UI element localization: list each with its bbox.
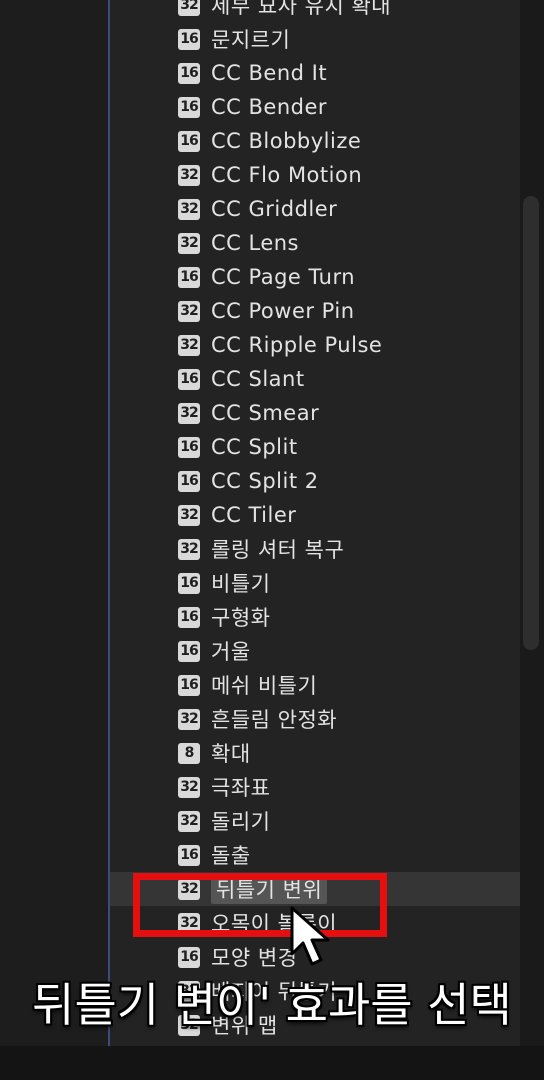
effect-label: 문지르기 <box>211 28 291 52</box>
effect-label: 모양 변경 <box>211 946 298 970</box>
effect-list-item[interactable]: 16 CC Split 2 <box>110 464 520 498</box>
effect-list-item[interactable]: 32 CC Tiler <box>110 498 520 532</box>
effect-label: CC Power Pin <box>211 299 355 323</box>
effect-label: CC Bender <box>211 95 328 119</box>
bit-depth-badge-icon: 16 <box>178 470 200 492</box>
effect-list-item[interactable]: 16 CC Slant <box>110 362 520 396</box>
bit-depth-badge-icon: 32 <box>178 776 200 798</box>
bit-depth-badge-icon: 32 <box>178 708 200 730</box>
bit-depth-badge-icon: 32 <box>178 402 200 424</box>
effect-list-item[interactable]: 16 CC Page Turn <box>110 260 520 294</box>
bit-depth-badge-icon: 16 <box>178 640 200 662</box>
effect-label: 극좌표 <box>211 776 271 800</box>
effect-list-item[interactable]: 32 롤링 셔터 복구 <box>110 532 520 566</box>
effect-list-item[interactable]: 16 CC Bender <box>110 90 520 124</box>
effect-list-item[interactable]: 32 흔들림 안정화 <box>110 702 520 736</box>
bit-depth-badge-icon: 32 <box>178 198 200 220</box>
bit-depth-badge-icon: 32 <box>178 538 200 560</box>
subtitle-caption: 뒤틀기 변이' 효과를 선택 <box>32 978 512 1032</box>
effect-label: 거울 <box>211 640 251 664</box>
effect-list-item[interactable]: 16 비틀기 <box>110 566 520 600</box>
effect-list-item[interactable]: 32 극좌표 <box>110 770 520 804</box>
effect-label: CC Split <box>211 435 298 459</box>
effect-label: CC Ripple Pulse <box>211 333 383 357</box>
bit-depth-badge-icon: 16 <box>178 436 200 458</box>
effect-label: 세부 묘사 유지 확대 <box>211 0 392 18</box>
effect-label: CC Slant <box>211 367 305 391</box>
highlight-box <box>133 873 387 937</box>
bit-depth-badge-icon: 16 <box>178 368 200 390</box>
bit-depth-badge-icon: 8 <box>178 742 200 764</box>
mouse-pointer-icon <box>290 906 330 966</box>
effect-list-item[interactable]: 32 CC Smear <box>110 396 520 430</box>
effect-list-item[interactable]: 32 CC Lens <box>110 226 520 260</box>
bit-depth-badge-icon: 32 <box>178 232 200 254</box>
effect-label: 비틀기 <box>211 572 271 596</box>
scrollbar-thumb[interactable] <box>523 196 539 650</box>
effect-label: CC Griddler <box>211 197 338 221</box>
bit-depth-badge-icon: 16 <box>178 946 200 968</box>
bit-depth-badge-icon: 16 <box>178 674 200 696</box>
effect-list-item[interactable]: 32 CC Ripple Pulse <box>110 328 520 362</box>
effect-list-item[interactable]: 32 CC Flo Motion <box>110 158 520 192</box>
effect-list-item[interactable]: 16 CC Blobbylize <box>110 124 520 158</box>
bottom-bar <box>0 1046 544 1080</box>
effect-label: CC Flo Motion <box>211 163 363 187</box>
bit-depth-badge-icon: 16 <box>178 844 200 866</box>
effect-list-item[interactable]: 32 CC Power Pin <box>110 294 520 328</box>
effect-label: 흔들림 안정화 <box>211 708 338 732</box>
bit-depth-badge-icon: 16 <box>178 96 200 118</box>
bit-depth-badge-icon: 32 <box>178 810 200 832</box>
effect-list-item[interactable]: 16 거울 <box>110 634 520 668</box>
effect-label: 돌출 <box>211 844 251 868</box>
effect-label: CC Tiler <box>211 503 297 527</box>
effect-label: CC Smear <box>211 401 320 425</box>
effect-list-item[interactable]: 32 돌리기 <box>110 804 520 838</box>
bit-depth-badge-icon: 16 <box>178 62 200 84</box>
effect-label: CC Bend It <box>211 61 328 85</box>
bit-depth-badge-icon: 16 <box>178 606 200 628</box>
effect-label: 돌리기 <box>211 810 271 834</box>
bit-depth-badge-icon: 16 <box>178 28 200 50</box>
bit-depth-badge-icon: 32 <box>178 334 200 356</box>
effect-list-item[interactable]: 16 CC Bend It <box>110 56 520 90</box>
effect-list-item[interactable]: 16 메쉬 비틀기 <box>110 668 520 702</box>
effect-label: CC Blobbylize <box>211 129 362 153</box>
bit-depth-badge-icon: 16 <box>178 572 200 594</box>
effect-label: CC Split 2 <box>211 469 319 493</box>
effect-list-item[interactable]: 8 확대 <box>110 736 520 770</box>
effect-label: 구형화 <box>211 606 271 630</box>
effect-label: 메쉬 비틀기 <box>211 674 318 698</box>
effect-list-item[interactable]: 16 구형화 <box>110 600 520 634</box>
bit-depth-badge-icon: 32 <box>178 164 200 186</box>
bit-depth-badge-icon: 16 <box>178 130 200 152</box>
bit-depth-badge-icon: 32 <box>178 300 200 322</box>
bit-depth-badge-icon: 32 <box>178 0 200 16</box>
effect-list-item[interactable]: 16 CC Split <box>110 430 520 464</box>
effect-list-item[interactable]: 16 돌출 <box>110 838 520 872</box>
effect-label: CC Page Turn <box>211 265 356 289</box>
left-gutter <box>0 0 108 1046</box>
effect-list-item[interactable]: 32 CC Griddler <box>110 192 520 226</box>
bit-depth-badge-icon: 16 <box>178 266 200 288</box>
effect-label: 롤링 셔터 복구 <box>211 538 345 562</box>
effect-label: CC Lens <box>211 231 300 255</box>
effect-label: 확대 <box>211 742 251 766</box>
bit-depth-badge-icon: 32 <box>178 504 200 526</box>
effect-list-item[interactable]: 16 문지르기 <box>110 22 520 56</box>
effect-list-item[interactable]: 32 세부 묘사 유지 확대 <box>110 0 520 22</box>
